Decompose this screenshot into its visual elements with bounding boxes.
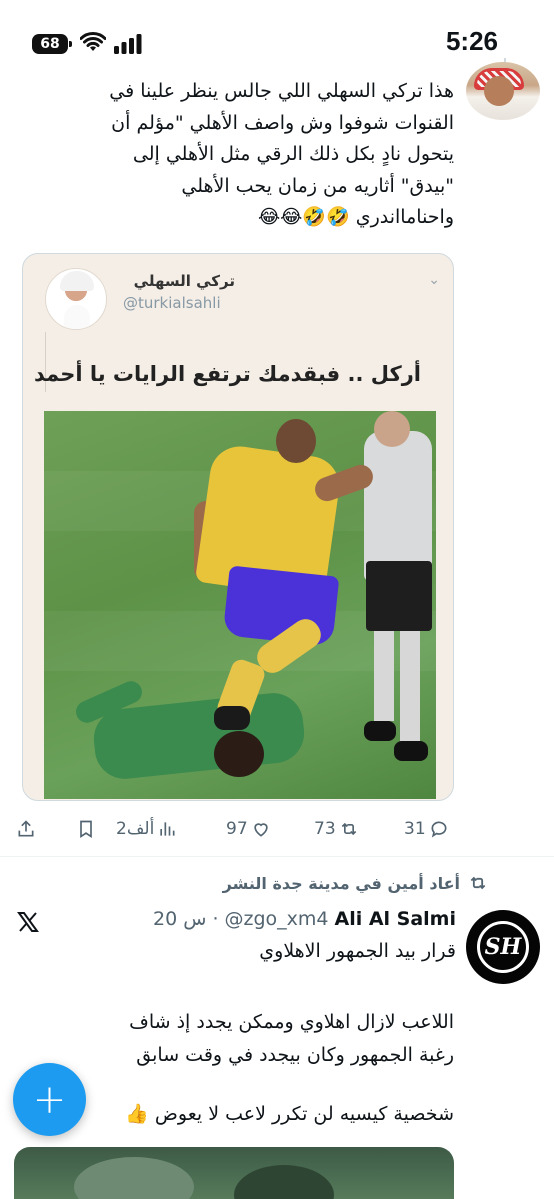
retweet-icon — [341, 822, 356, 836]
tweet-text: هذا تركي السهلي اللي جالس ينظر علينا في … — [34, 76, 454, 234]
divider — [0, 856, 554, 857]
share-button[interactable] — [16, 819, 36, 839]
retweet-button[interactable]: 73 — [314, 819, 359, 839]
tweet-text: اللاعب لازال اهلاوي وممكن يجدد إذ شاف رغ… — [34, 1006, 454, 1072]
retweeted-by-text: أعاد أمين في مدينة جدة النشر — [222, 873, 460, 893]
replies-count: 31 — [404, 819, 426, 839]
tweet-text-line: قرار بيد الجمهور الاهلاوي — [259, 940, 456, 962]
tweet-text-line: رغبة الجمهور وكان بيجدد في وقت سابق — [136, 1044, 454, 1066]
bookmark-button[interactable] — [76, 819, 96, 839]
views-icon — [160, 822, 175, 836]
share-icon — [18, 820, 34, 837]
bookmark-icon — [80, 820, 92, 839]
separator: · — [212, 908, 219, 930]
views-button[interactable]: 2ألف — [116, 819, 177, 839]
likes-count: 97 — [226, 819, 248, 839]
tweet-media[interactable] — [14, 1147, 454, 1199]
views-count: 2ألف — [116, 819, 155, 839]
user-name[interactable]: Ali Al Salmi — [334, 908, 456, 930]
tweet-time[interactable]: 20 س — [153, 908, 206, 930]
retweets-count: 73 — [314, 819, 336, 839]
like-button[interactable]: 97 — [226, 819, 271, 839]
tweet-media[interactable]: تركي السهلي @turkialsahli ⌄ أركل .. فبقد… — [22, 253, 454, 801]
tweet-text-line: القنوات شوفوا وش واصف الأهلي "مؤلم أن — [111, 111, 454, 134]
tweet-text-line: "بيدق" أثاريه من زمان يحب الأهلي — [181, 174, 454, 197]
quoted-name: تركي السهلي — [133, 272, 235, 290]
tweet-text-line: واحنامااندري 🤣🤣😂😂 — [257, 206, 454, 228]
clock: 5:26 — [445, 26, 498, 56]
tweet-text-line: شخصية كيسيه لن تكرر لاعب لا يعوض 👍 — [125, 1103, 454, 1125]
avatar-logo: SH — [477, 921, 529, 973]
tweet-text-line: هذا تركي السهلي اللي جالس ينظر علينا في — [109, 80, 454, 102]
reply-button[interactable]: 31 — [404, 819, 449, 839]
retweet-icon — [470, 876, 486, 890]
chevron-down-icon: ⌄ — [428, 272, 440, 288]
quoted-text: أركل .. فبقدمك ترتفع الرايات يا أحمد — [33, 362, 421, 386]
tweet-actions: 2ألف 97 73 31 — [0, 813, 554, 849]
compose-button[interactable]: + — [13, 1063, 86, 1136]
signal-icon — [114, 34, 142, 54]
like-icon — [253, 823, 268, 837]
tweet-text-line: اللاعب لازال اهلاوي وممكن يجدد إذ شاف — [129, 1011, 454, 1033]
avatar[interactable] — [466, 62, 540, 120]
battery-icon: 68 — [32, 34, 72, 54]
tweet-header: 20 س · @zgo_xm4 Ali Al Salmi — [153, 908, 456, 930]
quoted-handle: @turkialsahli — [123, 294, 221, 312]
football-photo — [44, 411, 436, 799]
battery-level: 68 — [40, 36, 60, 52]
quoted-tweet-header: تركي السهلي @turkialsahli ⌄ — [45, 268, 440, 330]
plus-icon: + — [32, 1076, 67, 1123]
reply-icon — [431, 821, 447, 838]
tweet-text-line: يتحول نادٍ بكل ذلك الرقي مثل الأهلي إلى — [132, 143, 454, 165]
user-handle[interactable]: @zgo_xm4 — [224, 908, 328, 930]
status-bar: 68 5:26 — [0, 0, 554, 70]
retweeted-by[interactable]: أعاد أمين في مدينة جدة النشر — [223, 873, 488, 893]
wifi-icon — [80, 32, 106, 51]
x-logo-icon[interactable] — [16, 910, 40, 934]
avatar[interactable]: SH — [466, 910, 540, 984]
quoted-avatar — [45, 268, 107, 330]
